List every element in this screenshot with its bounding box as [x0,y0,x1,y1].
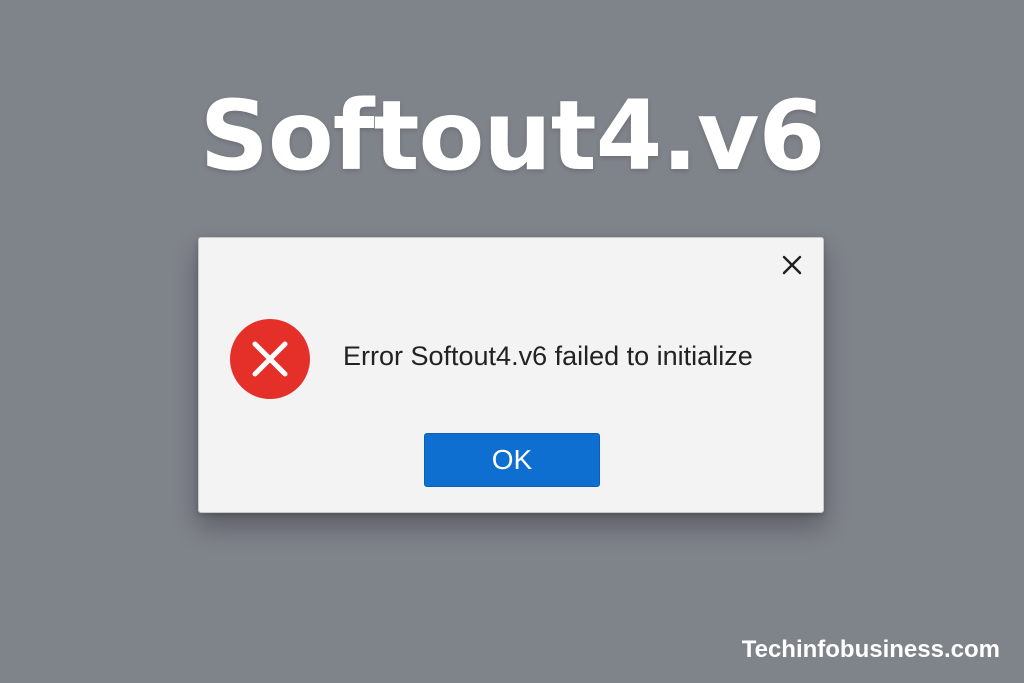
error-dialog: Error Softout4.v6 failed to initialize O… [198,237,824,513]
error-circle-x-icon [230,319,310,399]
error-message: Error Softout4.v6 failed to initialize [343,341,753,371]
close-icon [782,255,802,275]
close-button[interactable] [779,252,805,278]
site-watermark: Techinfobusiness.com [741,636,1000,663]
ok-button[interactable]: OK [424,433,600,487]
headline-title: Softout4.v6 [199,80,826,192]
